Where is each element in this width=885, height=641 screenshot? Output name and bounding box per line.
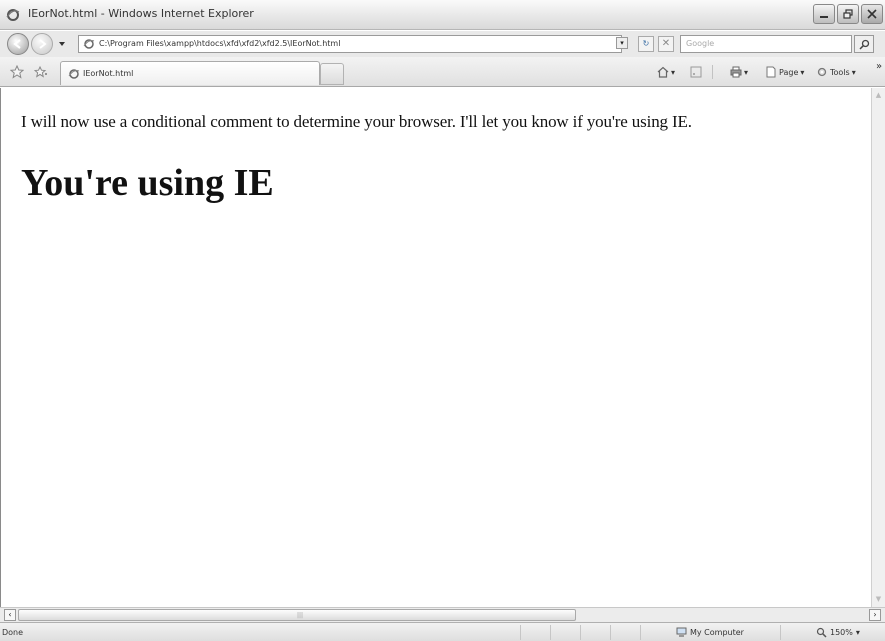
security-zone[interactable]: My Computer (676, 627, 744, 638)
status-pane (640, 625, 670, 640)
recent-pages-dropdown-icon[interactable] (58, 40, 66, 48)
search-button[interactable] (854, 35, 874, 53)
home-dropdown-icon: ▾ (671, 67, 676, 77)
refresh-button[interactable]: ↻ (638, 36, 654, 52)
minimize-button[interactable] (813, 4, 835, 24)
ie-logo-icon (6, 9, 20, 21)
scroll-down-icon[interactable]: ▼ (873, 594, 884, 605)
title-bar: IEorNot.html - Windows Internet Explorer (0, 0, 885, 30)
restore-icon (843, 9, 853, 19)
home-icon (657, 66, 669, 78)
tools-menu-button[interactable]: Tools ▾ (816, 66, 856, 78)
vertical-scrollbar[interactable]: ▲ ▼ (871, 88, 885, 607)
restore-button[interactable] (837, 4, 859, 24)
zoom-control[interactable]: 150% ▾ (816, 627, 860, 638)
tab-ieornot[interactable]: IEorNot.html (60, 61, 320, 85)
page-dropdown-icon: ▾ (800, 67, 805, 77)
gear-icon (817, 67, 827, 77)
horizontal-scrollbar[interactable]: ‹ ||| › (0, 607, 885, 622)
search-placeholder: Google (686, 39, 715, 48)
tools-menu-label: Tools (830, 67, 850, 77)
window-controls (813, 4, 883, 24)
ie-page-icon (83, 39, 95, 49)
scroll-right-icon: › (873, 610, 877, 619)
scroll-left-icon: ‹ (8, 610, 12, 619)
address-bar[interactable]: C:\Program Files\xampp\htdocs\xfd\xfd2\x… (78, 35, 622, 53)
search-icon (858, 39, 869, 50)
print-dropdown-icon: ▾ (744, 67, 749, 77)
horizontal-scroll-thumb[interactable]: ||| (18, 609, 576, 621)
status-pane (580, 625, 610, 640)
ie-page-icon (68, 69, 80, 79)
scroll-grip-icon: ||| (297, 612, 304, 619)
feeds-button[interactable] (690, 66, 702, 78)
favorites-star-icon[interactable] (10, 65, 24, 79)
computer-icon (676, 627, 687, 637)
tools-dropdown-icon: ▾ (851, 67, 856, 77)
status-pane (520, 625, 550, 640)
back-arrow-icon (13, 39, 21, 49)
search-input[interactable]: Google (680, 35, 852, 53)
tab-label: IEorNot.html (83, 69, 134, 78)
address-dropdown-button[interactable]: ▾ (616, 37, 628, 49)
status-text: Done (2, 628, 24, 637)
stop-icon: ✕ (661, 38, 671, 49)
page-content: I will now use a conditional comment to … (0, 88, 871, 607)
status-pane (550, 625, 580, 640)
refresh-icon: ↻ (642, 39, 650, 48)
result-heading: You're using IE (21, 162, 274, 204)
zoom-dropdown-icon: ▾ (855, 628, 860, 637)
zoom-icon (816, 627, 827, 638)
page-menu-label: Page (779, 67, 799, 77)
more-commands-chevron-icon[interactable]: » (876, 61, 882, 72)
forward-button[interactable] (31, 33, 53, 55)
forward-arrow-icon (39, 39, 47, 49)
scroll-up-icon[interactable]: ▲ (873, 90, 884, 101)
toolbar-separator (712, 65, 713, 79)
window-title: IEorNot.html - Windows Internet Explorer (28, 7, 254, 20)
address-toolbar: C:\Program Files\xampp\htdocs\xfd\xfd2\x… (0, 31, 885, 57)
status-panes (520, 625, 670, 640)
feeds-icon (690, 66, 702, 78)
scroll-left-button[interactable]: ‹ (4, 609, 16, 621)
back-button[interactable] (7, 33, 29, 55)
add-favorites-icon[interactable] (34, 65, 48, 79)
status-pane (610, 625, 640, 640)
zone-label: My Computer (690, 628, 744, 637)
minimize-icon (820, 16, 828, 18)
address-url: C:\Program Files\xampp\htdocs\xfd\xfd2\x… (99, 39, 341, 48)
home-button[interactable]: ▾ (657, 66, 675, 78)
close-button[interactable] (861, 4, 883, 24)
status-bar: Done My Computer 150% ▾ (0, 622, 885, 641)
scroll-right-button[interactable]: › (869, 609, 881, 621)
page-menu-button[interactable]: Page ▾ (765, 66, 804, 78)
stop-button[interactable]: ✕ (658, 36, 674, 52)
print-button[interactable]: ▾ (730, 66, 748, 78)
page-icon (766, 66, 776, 78)
print-icon (730, 66, 742, 78)
zoom-level: 150% (830, 628, 853, 637)
new-tab-button[interactable] (320, 63, 344, 85)
tab-row: IEorNot.html ▾ ▾ Page ▾ Tools ▾ » (0, 57, 885, 87)
intro-paragraph: I will now use a conditional comment to … (21, 112, 692, 131)
close-icon (867, 9, 877, 19)
status-separator (780, 625, 781, 640)
